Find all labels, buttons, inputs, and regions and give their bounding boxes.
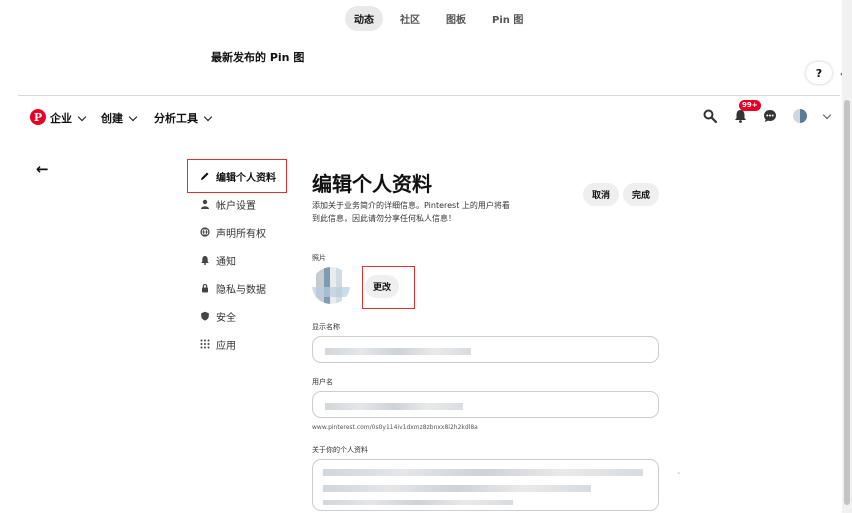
nav-icons: 99+ — [700, 100, 831, 126]
help-button[interactable]: ? — [806, 62, 832, 84]
redacted-text — [323, 500, 513, 505]
scrollbar-thumb[interactable] — [844, 100, 850, 505]
sidebar-item-apps[interactable]: 应用 — [188, 330, 288, 358]
divider — [18, 95, 840, 96]
section-title: 最新发布的 Pin 图 — [211, 51, 305, 64]
cancel-button[interactable]: 取消 — [583, 183, 619, 206]
tab-activity[interactable]: 动态 — [345, 6, 383, 31]
menu-business[interactable]: 企业 — [50, 110, 87, 126]
settings-sidebar: 编辑个人资料 帐户设置 声明所有权 通知 隐私与数据 安全 应用 — [187, 159, 288, 358]
bell-icon — [200, 255, 210, 265]
sidebar-item-label: 帐户设置 — [216, 200, 256, 212]
menu-analytics-label: 分析工具 — [154, 112, 198, 125]
sidebar-item-label: 安全 — [216, 312, 236, 324]
menu-create-label: 创建 — [101, 112, 123, 125]
page-description: 添加关于业务简介的详细信息。Pinterest 上的用户将看到此信息，因此请勿分… — [312, 201, 510, 223]
grid-icon — [200, 339, 210, 349]
notifications-bell-icon[interactable]: 99+ — [730, 100, 761, 126]
display-name-field[interactable] — [312, 336, 659, 363]
sidebar-item-label: 声明所有权 — [216, 228, 266, 240]
redacted-text — [323, 485, 591, 492]
menu-analytics[interactable]: 分析工具 — [154, 110, 213, 126]
shield-icon — [200, 311, 210, 321]
avatar — [793, 109, 807, 123]
chevron-down-icon — [822, 110, 831, 119]
change-photo-button[interactable]: 更改 — [365, 275, 399, 298]
redacted-text — [325, 403, 463, 410]
sidebar-item-account-settings[interactable]: 帐户设置 — [188, 190, 288, 218]
username-label: 用户名 — [312, 378, 333, 386]
globe-icon — [200, 227, 210, 237]
menu-create[interactable]: 创建 — [101, 110, 138, 126]
sidebar-item-edit-profile[interactable]: 编辑个人资料 — [187, 159, 287, 193]
about-label: 关于你的个人资料 — [312, 446, 368, 454]
lock-icon — [200, 283, 210, 293]
photo-label: 照片 — [312, 254, 326, 262]
sidebar-item-label: 编辑个人资料 — [216, 172, 276, 184]
sidebar-item-label: 隐私与数据 — [216, 284, 266, 296]
messages-icon[interactable] — [760, 106, 780, 126]
sidebar-item-claim[interactable]: 声明所有权 — [188, 218, 288, 246]
display-name-label: 显示名称 — [312, 323, 340, 331]
redacted-text — [325, 348, 471, 355]
username-field[interactable] — [312, 391, 659, 418]
tab-community[interactable]: 社区 — [391, 6, 429, 31]
redacted-text — [323, 469, 643, 476]
chevron-down-icon — [203, 112, 213, 121]
back-arrow-icon[interactable]: ← — [36, 160, 49, 178]
sidebar-item-notifications[interactable]: 通知 — [188, 246, 288, 274]
pinterest-logo-icon[interactable]: P — [30, 109, 46, 125]
sidebar-item-label: 应用 — [216, 340, 236, 352]
search-icon[interactable] — [700, 106, 720, 126]
tab-pins[interactable]: Pin 图 — [483, 6, 532, 31]
chevron-down-icon — [128, 112, 138, 121]
page-title: 编辑个人资料 — [312, 172, 432, 196]
tab-boards[interactable]: 图板 — [437, 6, 475, 31]
pencil-icon — [200, 171, 210, 181]
notification-badge: 99+ — [739, 100, 761, 111]
top-tabs: 动态 社区 图板 Pin 图 — [345, 6, 532, 31]
about-textarea[interactable] — [312, 459, 659, 511]
person-icon — [200, 199, 210, 209]
profile-url: www.pinterest.com/0s0y114iv1dxmz8zbnxx8i… — [312, 424, 478, 431]
done-button[interactable]: 完成 — [623, 183, 659, 206]
sidebar-item-label: 通知 — [216, 256, 236, 268]
account-menu-chevron-icon[interactable] — [820, 106, 831, 126]
account-avatar[interactable] — [790, 106, 810, 126]
sidebar-item-security[interactable]: 安全 — [188, 302, 288, 330]
stray-mark: ˎ — [677, 465, 682, 475]
profile-photo-overlay — [312, 267, 350, 304]
top-navbar: P 企业 创建 分析工具 99+ — [18, 100, 840, 134]
chevron-down-icon — [77, 112, 87, 121]
menu-business-label: 企业 — [50, 112, 72, 125]
sidebar-item-privacy[interactable]: 隐私与数据 — [188, 274, 288, 302]
